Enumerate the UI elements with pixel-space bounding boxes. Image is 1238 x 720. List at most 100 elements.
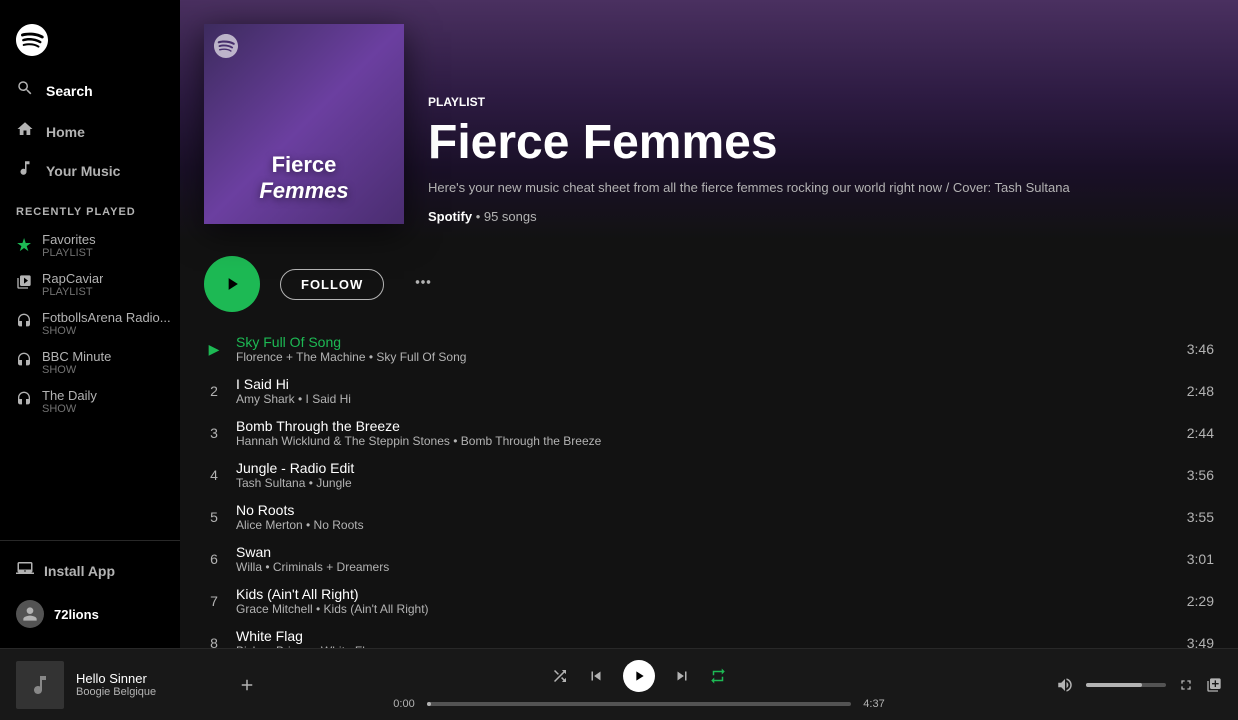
monitor-icon xyxy=(16,559,34,582)
track-duration: 3:01 xyxy=(1187,551,1214,567)
library-icon xyxy=(16,159,34,182)
play-pause-button[interactable] xyxy=(623,660,655,692)
track-duration: 2:44 xyxy=(1187,425,1214,441)
show-icon xyxy=(16,313,32,334)
more-button[interactable] xyxy=(404,267,442,301)
show-icon-2 xyxy=(16,352,32,373)
track-number: 5 xyxy=(204,509,224,525)
now-playing-title: Hello Sinner xyxy=(76,671,226,686)
app-container: Search Home Your Music Recently Played ★… xyxy=(0,0,1238,648)
now-playing-thumbnail xyxy=(16,661,64,709)
home-label: Home xyxy=(46,124,85,140)
queue-button[interactable] xyxy=(1206,677,1222,693)
spotify-logo[interactable] xyxy=(0,8,180,69)
track-info: Swan Willa • Criminals + Dreamers xyxy=(236,544,1175,574)
follow-button[interactable]: FOLLOW xyxy=(280,269,384,300)
next-button[interactable] xyxy=(673,667,691,685)
track-title: I Said Hi xyxy=(236,376,1175,392)
volume-bar[interactable] xyxy=(1086,683,1166,687)
sidebar-item-daily[interactable]: The Daily SHOW xyxy=(0,382,180,421)
previous-button[interactable] xyxy=(587,667,605,685)
sidebar-item-fotbolls[interactable]: FotbollsArena Radio... SHOW xyxy=(0,304,180,343)
user-name: 72lions xyxy=(54,607,99,622)
avatar xyxy=(16,600,44,628)
now-playing-artist: Boogie Belgique xyxy=(76,686,226,698)
main-content: Fierce Femmes PLAYLIST Fierce Femmes Her… xyxy=(180,0,1238,648)
repeat-button[interactable] xyxy=(709,667,727,685)
track-subtitle: Florence + The Machine • Sky Full Of Son… xyxy=(236,350,1175,364)
track-row[interactable]: 6 Swan Willa • Criminals + Dreamers 3:01 xyxy=(188,538,1230,580)
daily-label: The Daily xyxy=(42,388,97,403)
album-title: Fierce Femmes xyxy=(428,117,1214,170)
track-duration: 3:46 xyxy=(1187,341,1214,357)
sidebar-item-rapcaviar[interactable]: RapCaviar PLAYLIST xyxy=(0,265,180,304)
track-duration: 3:55 xyxy=(1187,509,1214,525)
track-title: Swan xyxy=(236,544,1175,560)
fotbolls-info: FotbollsArena Radio... SHOW xyxy=(42,310,171,337)
track-title: White Flag xyxy=(236,628,1175,644)
track-row[interactable]: 8 White Flag Bishop Briggs • White Flag … xyxy=(188,622,1230,648)
track-row[interactable]: 3 Bomb Through the Breeze Hannah Wicklun… xyxy=(188,412,1230,454)
track-info: Sky Full Of Song Florence + The Machine … xyxy=(236,334,1175,364)
shuffle-button[interactable] xyxy=(551,667,569,685)
show-icon-3 xyxy=(16,391,32,412)
album-source: Spotify xyxy=(428,209,472,224)
bbc-type: SHOW xyxy=(42,364,111,376)
playlist-header: Fierce Femmes PLAYLIST Fierce Femmes Her… xyxy=(180,0,1238,240)
favorites-label: Favorites xyxy=(42,232,95,247)
track-title: Kids (Ain't All Right) xyxy=(236,586,1175,602)
volume-button[interactable] xyxy=(1056,676,1074,694)
track-row[interactable]: 5 No Roots Alice Merton • No Roots 3:55 xyxy=(188,496,1230,538)
rapcaviar-info: RapCaviar PLAYLIST xyxy=(42,271,103,298)
album-art-spotify-logo xyxy=(214,34,238,63)
user-profile[interactable]: 72lions xyxy=(16,600,164,628)
favorites-type: PLAYLIST xyxy=(42,247,95,259)
album-song-count: • 95 songs xyxy=(476,209,537,224)
sidebar: Search Home Your Music Recently Played ★… xyxy=(0,0,180,648)
progress-fill xyxy=(427,702,431,706)
player-right xyxy=(1022,676,1222,694)
progress-bar[interactable] xyxy=(427,702,851,706)
your-music-nav-item[interactable]: Your Music xyxy=(0,151,180,190)
track-info: Jungle - Radio Edit Tash Sultana • Jungl… xyxy=(236,460,1175,490)
search-label: Search xyxy=(46,83,93,99)
track-row[interactable]: 7 Kids (Ain't All Right) Grace Mitchell … xyxy=(188,580,1230,622)
play-button[interactable] xyxy=(204,256,260,312)
track-info: Bomb Through the Breeze Hannah Wicklund … xyxy=(236,418,1175,448)
track-duration: 2:29 xyxy=(1187,593,1214,609)
home-icon xyxy=(16,120,34,143)
install-app-button[interactable]: Install App xyxy=(16,553,164,588)
sidebar-item-favorites[interactable]: ★ Favorites PLAYLIST xyxy=(0,226,180,265)
track-info: I Said Hi Amy Shark • I Said Hi xyxy=(236,376,1175,406)
current-time: 0:00 xyxy=(389,698,419,710)
progress-bar-container: 0:00 4:37 xyxy=(389,698,889,710)
track-subtitle: Amy Shark • I Said Hi xyxy=(236,392,1175,406)
sidebar-item-bbc[interactable]: BBC Minute SHOW xyxy=(0,343,180,382)
track-row[interactable]: 4 Jungle - Radio Edit Tash Sultana • Jun… xyxy=(188,454,1230,496)
track-row[interactable]: ▶ Sky Full Of Song Florence + The Machin… xyxy=(188,328,1230,370)
album-art: Fierce Femmes xyxy=(204,24,404,224)
now-playing: Hello Sinner Boogie Belgique xyxy=(16,661,256,709)
track-info: White Flag Bishop Briggs • White Flag xyxy=(236,628,1175,648)
playlist-info: Favorites PLAYLIST xyxy=(42,232,95,259)
daily-info: The Daily SHOW xyxy=(42,388,97,415)
album-type: PLAYLIST xyxy=(428,95,1214,109)
track-row[interactable]: 2 I Said Hi Amy Shark • I Said Hi 2:48 xyxy=(188,370,1230,412)
track-number: 4 xyxy=(204,467,224,483)
track-duration: 3:49 xyxy=(1187,635,1214,648)
playlist-icon xyxy=(16,274,32,295)
track-number: 3 xyxy=(204,425,224,441)
player-controls: 0:00 4:37 xyxy=(268,660,1010,710)
track-title: No Roots xyxy=(236,502,1175,518)
search-nav-item[interactable]: Search xyxy=(0,69,180,112)
home-nav-item[interactable]: Home xyxy=(0,112,180,151)
add-to-library-button[interactable] xyxy=(238,676,256,694)
track-number: 7 xyxy=(204,593,224,609)
track-subtitle: Hannah Wicklund & The Steppin Stones • B… xyxy=(236,434,1175,448)
fullscreen-button[interactable] xyxy=(1178,677,1194,693)
track-number: 8 xyxy=(204,635,224,648)
track-duration: 2:48 xyxy=(1187,383,1214,399)
daily-type: SHOW xyxy=(42,403,97,415)
track-subtitle: Willa • Criminals + Dreamers xyxy=(236,560,1175,574)
track-info: No Roots Alice Merton • No Roots xyxy=(236,502,1175,532)
